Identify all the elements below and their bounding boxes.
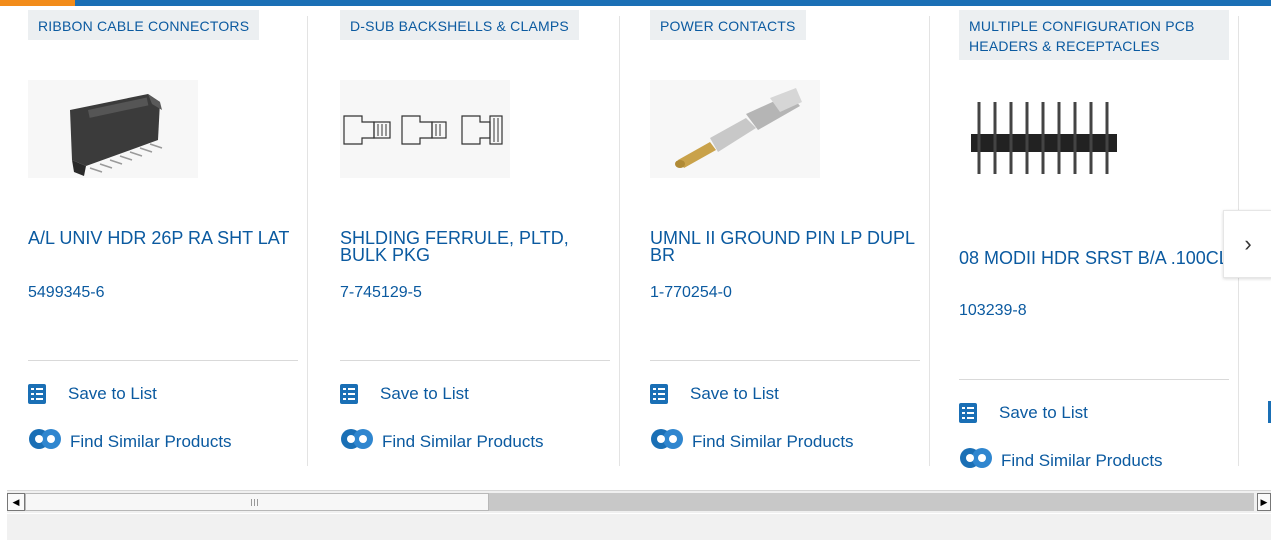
product-card: RIBBON CABLE CONNECTORS A/L UNIV HDR 26P… [28, 6, 308, 484]
checklist-icon [959, 403, 977, 423]
card-separator [929, 16, 930, 466]
similar-products-icon [959, 447, 995, 474]
category-label[interactable]: POWER CONTACTS [650, 10, 806, 40]
find-similar-label: Find Similar Products [382, 431, 544, 451]
category-label[interactable]: RIBBON CABLE CONNECTORS [28, 10, 260, 40]
product-title[interactable]: SHLDING FERRULE, PLTD, BULK PKG [340, 229, 610, 264]
checklist-icon [340, 384, 358, 404]
find-similar-label: Find Similar Products [1001, 450, 1163, 470]
part-number[interactable]: 7-745129-5 [340, 284, 422, 302]
part-number[interactable]: 1-770254-0 [650, 284, 732, 302]
save-to-list-button[interactable]: Save to List [28, 384, 157, 404]
find-similar-products-button[interactable]: Find Similar Products [650, 428, 854, 455]
product-title[interactable]: 08 MODII HDR SRST B/A .100CL [959, 249, 1229, 267]
bottom-panel [7, 514, 1271, 540]
scrollbar-thumb[interactable] [25, 493, 489, 511]
scrollbar-track[interactable] [489, 493, 1254, 511]
product-carousel: RIBBON CABLE CONNECTORS A/L UNIV HDR 26P… [0, 6, 1271, 484]
card-separator [619, 16, 620, 466]
save-to-list-button[interactable]: Save to List [340, 384, 469, 404]
chevron-right-icon: › [1244, 231, 1252, 256]
product-card: MULTIPLE CONFIGURATION PCB HEADERS & REC… [959, 6, 1239, 484]
find-similar-label: Find Similar Products [70, 431, 232, 451]
find-similar-products-button[interactable]: Find Similar Products [340, 428, 544, 455]
product-image[interactable] [28, 80, 198, 178]
horizontal-scrollbar[interactable]: ◀ ▶ [7, 490, 1271, 513]
product-card: D-SUB BACKSHELLS & CLAMPS SHLDING FERRUL… [340, 6, 620, 484]
save-to-list-label: Save to List [68, 384, 157, 403]
product-title[interactable]: UMNL II GROUND PIN LP DUPL BR [650, 229, 920, 264]
card-divider [959, 379, 1229, 380]
card-separator [307, 16, 308, 466]
save-to-list-button[interactable]: Save to List [959, 403, 1088, 423]
part-number[interactable]: 5499345-6 [28, 284, 105, 302]
similar-products-icon [340, 428, 376, 455]
scroll-right-arrow-icon[interactable]: ▶ [1257, 493, 1271, 511]
card-divider [28, 360, 298, 361]
save-to-list-label: Save to List [999, 403, 1088, 422]
part-number[interactable]: 103239-8 [959, 302, 1027, 320]
find-similar-products-button[interactable]: Find Similar Products [959, 447, 1163, 474]
product-image[interactable] [959, 94, 1129, 192]
product-title[interactable]: A/L UNIV HDR 26P RA SHT LAT [28, 229, 298, 247]
product-image[interactable] [340, 80, 510, 178]
save-to-list-button[interactable]: Save to List [650, 384, 779, 404]
card-divider [650, 360, 920, 361]
scroll-left-arrow-icon[interactable]: ◀ [7, 493, 25, 511]
category-label[interactable]: MULTIPLE CONFIGURATION PCB HEADERS & REC… [959, 10, 1229, 60]
find-similar-label: Find Similar Products [692, 431, 854, 451]
find-similar-products-button[interactable]: Find Similar Products [28, 428, 232, 455]
category-label[interactable]: D-SUB BACKSHELLS & CLAMPS [340, 10, 579, 40]
save-to-list-label: Save to List [380, 384, 469, 403]
product-card: POWER CONTACTS UMNL II GROUND PIN LP DUP… [650, 6, 930, 484]
carousel-next-button[interactable]: › [1223, 210, 1271, 278]
checklist-icon [650, 384, 668, 404]
similar-products-icon [28, 428, 64, 455]
checklist-icon [28, 384, 46, 404]
product-image[interactable] [650, 80, 820, 178]
save-to-list-label: Save to List [690, 384, 779, 403]
grip-icon [251, 499, 259, 506]
card-divider [340, 360, 610, 361]
similar-products-icon [650, 428, 686, 455]
